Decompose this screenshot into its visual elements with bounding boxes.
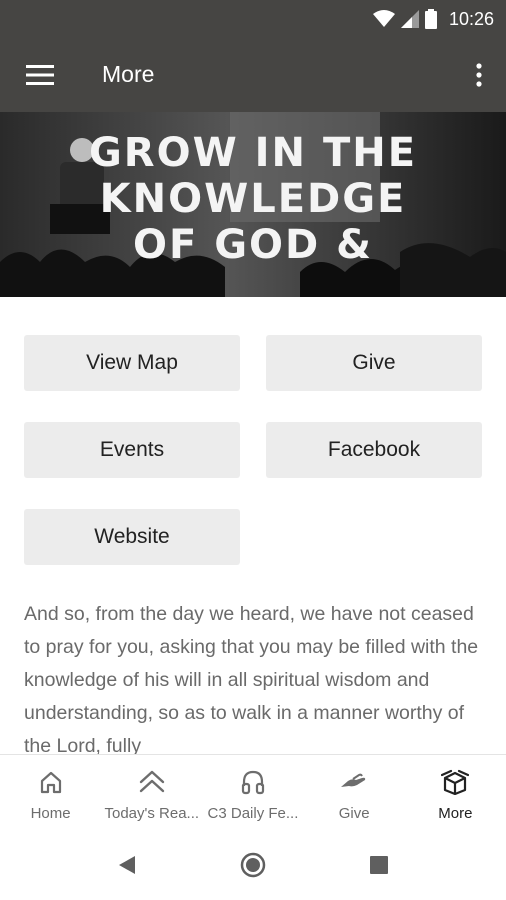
status-icons: 10:26	[372, 0, 494, 38]
more-vert-icon	[476, 63, 482, 87]
signal-icon	[400, 10, 419, 28]
home-icon	[40, 771, 61, 794]
home-system-button[interactable]	[236, 848, 270, 882]
status-bar: 10:26	[0, 0, 506, 38]
website-button[interactable]: Website	[24, 509, 240, 565]
hero-line-3: OF GOD &	[132, 222, 374, 268]
nav-tab-give[interactable]: Give	[304, 755, 405, 831]
hamburger-menu-icon	[26, 65, 54, 85]
home-circle-icon	[240, 852, 266, 878]
nav-tab-c3-daily[interactable]: C3 Daily Fe...	[202, 755, 303, 831]
hero-line-2: KNOWLEDGE	[99, 176, 407, 222]
status-time: 10:26	[448, 8, 494, 29]
nav-label-c3-daily: C3 Daily Fe...	[207, 805, 299, 822]
nav-tab-home[interactable]: Home	[0, 755, 101, 831]
hero-headline: GROW IN THE KNOWLEDGE OF GOD &	[0, 130, 506, 268]
hero-line-1: GROW IN THE	[88, 130, 418, 176]
chevrons-up-icon	[139, 770, 164, 793]
nav-label-give: Give	[338, 805, 370, 822]
give-hand-icon	[341, 773, 366, 787]
back-triangle-icon	[119, 856, 135, 874]
nav-label-more: More	[438, 805, 473, 822]
view-map-button[interactable]: View Map	[24, 335, 240, 391]
box-icon	[441, 769, 470, 795]
scripture-text: And so, from the day we heard, we have n…	[24, 603, 479, 754]
facebook-button[interactable]: Facebook	[266, 422, 482, 478]
battery-icon	[424, 9, 437, 29]
recents-square-icon	[370, 856, 388, 874]
content-area[interactable]: View Map Give Events Facebook Website An…	[0, 297, 506, 754]
recents-button[interactable]	[362, 848, 396, 882]
events-button[interactable]: Events	[24, 422, 240, 478]
nav-tab-more[interactable]: More	[405, 755, 506, 831]
nav-label-todays-reading: Today's Rea...	[104, 805, 200, 822]
back-button[interactable]	[110, 848, 144, 882]
hero-banner: GROW IN THE KNOWLEDGE OF GOD &	[0, 112, 506, 297]
overflow-menu-button[interactable]	[466, 56, 492, 94]
give-button[interactable]: Give	[266, 335, 482, 391]
bottom-navigation: Home Today's Rea... C3 Daily Fe... Give …	[0, 754, 506, 830]
wifi-icon	[372, 10, 395, 27]
system-navigation-bar	[0, 830, 506, 900]
nav-label-home: Home	[30, 805, 71, 822]
headphones-icon	[241, 770, 265, 795]
page-title: More	[102, 61, 155, 87]
app-bar: More	[0, 38, 506, 112]
nav-tab-todays-reading[interactable]: Today's Rea...	[101, 755, 202, 831]
menu-button[interactable]	[18, 58, 62, 92]
